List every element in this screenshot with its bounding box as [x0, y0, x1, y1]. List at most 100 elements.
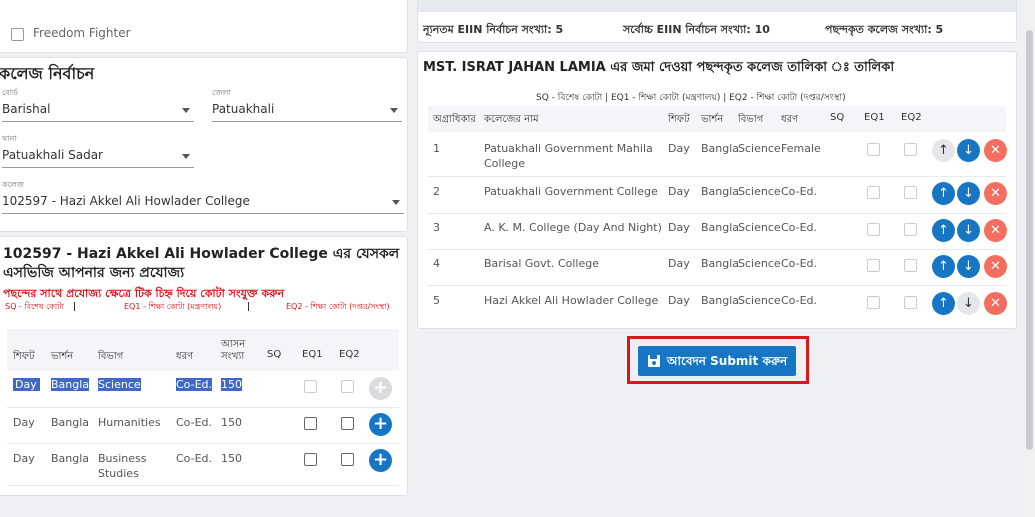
- header-college-name: কলেজের নাম: [484, 114, 539, 125]
- college-selection-card: কলেজ নির্বাচন বোর্ড Barishal জেলা Patuak…: [0, 57, 408, 232]
- group-row1-eq1-checkbox[interactable]: [304, 380, 317, 393]
- college-select[interactable]: 102597 - Hazi Akkel Ali Howlader College: [2, 194, 404, 214]
- header-shift: শিফট: [668, 114, 690, 125]
- choice-row1-eq2-checkbox[interactable]: [904, 143, 917, 156]
- group-row2-eq1-checkbox[interactable]: [304, 417, 317, 430]
- submit-label: আবেদন Submit করুন: [667, 354, 788, 368]
- group-row2-eq2-checkbox[interactable]: [341, 417, 354, 430]
- choice-row1-move-up-button[interactable]: ↑: [932, 139, 955, 162]
- choice-row4-group: Science: [738, 257, 781, 270]
- group-row3-eq2-checkbox[interactable]: [341, 453, 354, 466]
- group-row1-seats: 150: [221, 378, 242, 391]
- choice-row3-type: Co-Ed.: [781, 221, 818, 234]
- choice-row5-eq2-checkbox[interactable]: [904, 296, 917, 309]
- group-row2-shift: Day: [13, 416, 35, 429]
- group-row3-shift: Day: [13, 452, 35, 465]
- choice-row2-type: Co-Ed.: [781, 185, 818, 198]
- choice-row4-eq1-checkbox[interactable]: [867, 259, 880, 272]
- choice-row5-eq1-checkbox[interactable]: [867, 296, 880, 309]
- group-row2-add-button[interactable]: +: [369, 413, 392, 436]
- header-priority: অগ্রাধিকার: [433, 114, 476, 125]
- group-row3-eq1-checkbox[interactable]: [304, 453, 317, 466]
- header-group: বিভাগ: [98, 351, 124, 362]
- choice-row3-shift: Day: [668, 221, 690, 234]
- choice-row2-version: Bangla: [701, 185, 740, 198]
- group-row1-eq2-checkbox[interactable]: [341, 380, 354, 393]
- row-divider: [428, 213, 1006, 214]
- district-label: জেলা: [212, 88, 231, 97]
- choice-row1-priority: 1: [433, 142, 440, 155]
- choice-row5-remove-button[interactable]: ✕: [984, 292, 1007, 315]
- submit-button[interactable]: আবেদন Submit করুন: [638, 346, 796, 376]
- district-select[interactable]: Patuakhali: [212, 102, 402, 122]
- group-row3-group-line2: Studies: [98, 467, 139, 480]
- choice-row3-priority: 3: [433, 221, 440, 234]
- choice-row1-eq1-checkbox[interactable]: [867, 143, 880, 156]
- choice-row1-type: Female: [781, 142, 821, 155]
- choice-row4-move-down-button[interactable]: ↓: [957, 255, 980, 278]
- group-row3-add-button[interactable]: +: [369, 449, 392, 472]
- group-row1-shift: Day: [13, 378, 40, 391]
- choice-row2-remove-button[interactable]: ✕: [984, 182, 1007, 205]
- page-scrollbar[interactable]: [1024, 0, 1035, 517]
- choice-row4-priority: 4: [433, 257, 440, 270]
- choice-row3-move-up-button[interactable]: ↑: [932, 219, 955, 242]
- min-eiin-text: ন্যূনতম EIIN নির্বাচন সংখ্যা: 5: [423, 23, 564, 36]
- choice-row1-group: Science: [738, 142, 781, 155]
- board-select[interactable]: Barishal: [2, 102, 194, 122]
- chevron-down-icon: [182, 154, 190, 159]
- choice-row2-priority: 2: [433, 185, 440, 198]
- choice-row5-priority: 5: [433, 294, 440, 307]
- header-shift: শিফট: [13, 351, 35, 362]
- choice-row3-move-down-button[interactable]: ↓: [957, 219, 980, 242]
- choice-row3-remove-button[interactable]: ✕: [984, 219, 1007, 242]
- choice-row4-shift: Day: [668, 257, 690, 270]
- legend-eq2: EQ2 - শিক্ষা কোটা (দপ্তর/সংস্থা): [286, 302, 390, 311]
- choice-row4-move-up-button[interactable]: ↑: [932, 255, 955, 278]
- choice-row4-college: Barisal Govt. College: [484, 257, 600, 270]
- choice-row5-move-down-button[interactable]: ↓: [957, 292, 980, 315]
- header-sq: SQ: [267, 349, 282, 360]
- choice-row3-eq1-checkbox[interactable]: [867, 223, 880, 236]
- choice-row3-eq2-checkbox[interactable]: [904, 223, 917, 236]
- chevron-down-icon: [182, 108, 190, 113]
- choice-row5-move-up-button[interactable]: ↑: [932, 292, 955, 315]
- choice-row5-group: Science: [738, 294, 781, 307]
- freedom-fighter-checkbox[interactable]: [11, 28, 24, 41]
- choice-row2-eq1-checkbox[interactable]: [867, 186, 880, 199]
- choice-row1-move-down-button[interactable]: ↓: [957, 139, 980, 162]
- choice-row4-eq2-checkbox[interactable]: [904, 259, 917, 272]
- choice-row4-remove-button[interactable]: ✕: [984, 255, 1007, 278]
- group-row2-group: Humanities: [98, 416, 161, 429]
- row-divider: [428, 249, 1006, 250]
- group-row1-add-button[interactable]: +: [369, 377, 392, 400]
- choice-row2-eq2-checkbox[interactable]: [904, 186, 917, 199]
- header-type: ধরণ: [781, 114, 799, 125]
- choice-row1-remove-button[interactable]: ✕: [984, 139, 1007, 162]
- header-eq1: EQ1: [864, 112, 885, 123]
- row-divider: [7, 485, 399, 486]
- choice-row3-college: A. K. M. College (Day And Night): [484, 221, 662, 234]
- legend-divider: [248, 302, 249, 311]
- choice-row2-group: Science: [738, 185, 781, 198]
- thana-select[interactable]: Patuakhali Sadar: [2, 148, 194, 168]
- choice-row5-college: Hazi Akkel Ali Howlader College: [484, 294, 659, 307]
- choice-row2-move-down-button[interactable]: ↓: [957, 182, 980, 205]
- legend-eq1: EQ1 - শিক্ষা কোটা (মন্ত্রণালয়): [124, 302, 222, 311]
- row-divider: [7, 407, 399, 408]
- choice-row5-version: Bangla: [701, 294, 740, 307]
- group-row2-version: Bangla: [51, 416, 90, 429]
- choice-list-title: MST. ISRAT JAHAN LAMIA এর জমা দেওয়া পছন…: [423, 60, 895, 75]
- legend-divider: [74, 302, 75, 311]
- scrollbar-thumb[interactable]: [1026, 30, 1033, 450]
- choice-row2-move-up-button[interactable]: ↑: [932, 182, 955, 205]
- freedom-fighter-card: Freedom Fighter: [0, 0, 408, 53]
- choice-list-card: MST. ISRAT JAHAN LAMIA এর জমা দেওয়া পছন…: [417, 51, 1017, 329]
- header-eq1: EQ1: [302, 349, 323, 360]
- district-value: Patuakhali: [212, 102, 275, 116]
- group-selection-card: 102597 - Hazi Akkel Ali Howlader College…: [0, 236, 408, 496]
- header-sq: SQ: [830, 112, 845, 123]
- group-row3-seats: 150: [221, 452, 242, 465]
- header-version: ভার্শন: [51, 351, 74, 362]
- header-eq2: EQ2: [901, 112, 922, 123]
